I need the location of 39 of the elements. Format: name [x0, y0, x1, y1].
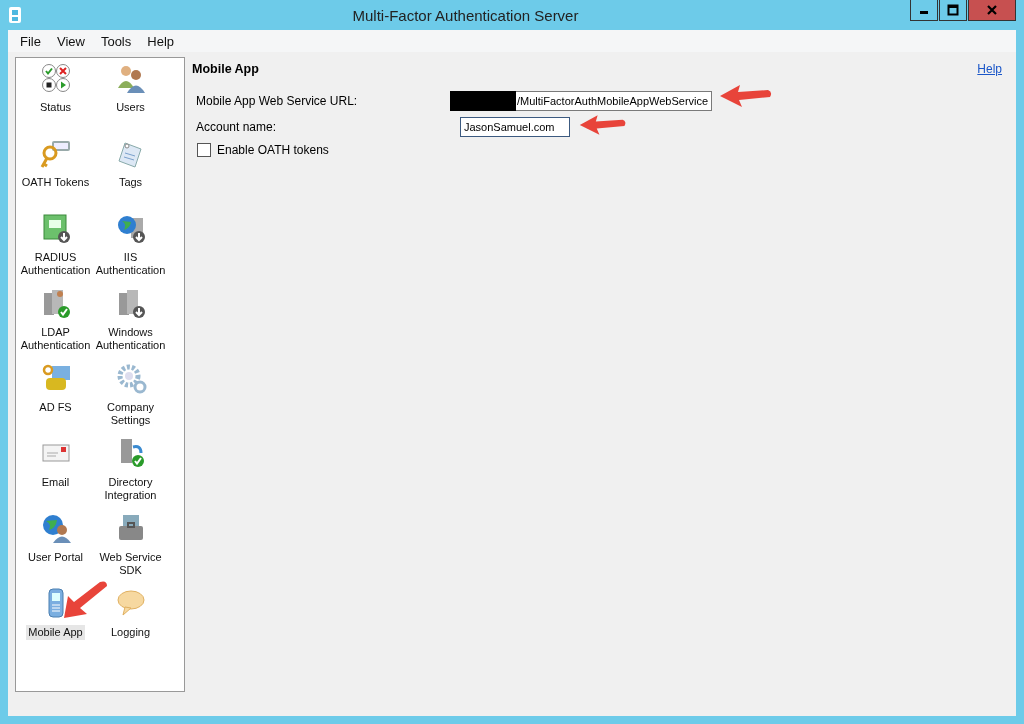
status-icon [39, 62, 72, 94]
sidebar-item[interactable]: LDAP Authentication [18, 325, 93, 353]
window-title: Multi-Factor Authentication Server [351, 6, 580, 24]
menu-item[interactable]: File [12, 33, 49, 49]
minimize-button[interactable] [910, 0, 938, 21]
close-icon [986, 4, 998, 16]
sidebar-item[interactable]: OATH Tokens [19, 175, 92, 190]
sidebar-item[interactable]: IIS Authentication [93, 250, 168, 278]
menu-item[interactable]: Tools [92, 33, 140, 49]
pointer-arrow [718, 83, 774, 109]
sidebar-item[interactable]: Web Service SDK [93, 550, 168, 578]
sidebar-item[interactable]: Windows Authentication [93, 325, 168, 353]
maximize-button[interactable] [939, 0, 967, 21]
sidebar-item[interactable]: Mobile App [26, 625, 85, 640]
input-field[interactable]: JasonSamuel.com [460, 117, 570, 137]
sidebar-item[interactable]: User Portal [26, 550, 85, 565]
sidebar-item[interactable]: Status [37, 100, 74, 115]
sidebar-item[interactable]: AD FS [37, 400, 74, 415]
sidebar-item[interactable]: Users [114, 100, 147, 115]
field-label: Account name: [195, 120, 278, 134]
sidebar-item[interactable]: Directory Integration [93, 475, 168, 503]
input-field[interactable]: /MultiFactorAuthMobileAppWebService [516, 91, 713, 111]
panel-title: Mobile App [192, 62, 259, 76]
sidebar-item[interactable]: RADIUS Authentication [18, 250, 93, 278]
sidebar-item[interactable]: Tags [116, 175, 145, 190]
sidebar-item[interactable]: Company Settings [93, 400, 168, 428]
checkbox-label: Enable OATH tokens [217, 143, 329, 157]
phone-icon [8, 6, 22, 24]
speech-bubble-icon [114, 587, 147, 619]
menu-item[interactable]: View [48, 33, 93, 49]
sidebar-item[interactable]: Logging [108, 625, 153, 640]
sidebar-item[interactable]: Email [39, 475, 72, 490]
close-button[interactable] [968, 0, 1016, 21]
checkbox[interactable] [197, 143, 211, 157]
help-link[interactable]: Help [977, 62, 1002, 76]
maximize-icon [947, 4, 959, 16]
menu-item[interactable]: Help [139, 33, 182, 49]
field-label: Mobile App Web Service URL: [195, 94, 359, 108]
pointer-arrow [62, 580, 110, 620]
